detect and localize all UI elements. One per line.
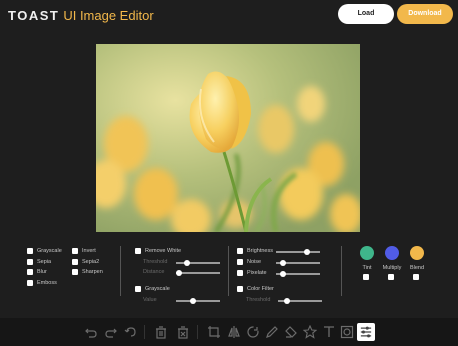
distance-label: Distance bbox=[143, 269, 165, 275]
noise-slider-handle[interactable] bbox=[280, 260, 286, 266]
toolbar bbox=[0, 318, 458, 346]
rotate-icon[interactable] bbox=[246, 325, 260, 339]
emboss-checkbox[interactable] bbox=[27, 280, 33, 286]
color-filter-checkbox[interactable] bbox=[237, 286, 243, 292]
value-label: Value bbox=[143, 297, 157, 303]
text-icon[interactable] bbox=[322, 325, 336, 339]
brightness-label: Brightness bbox=[247, 248, 273, 254]
brightness-slider[interactable] bbox=[276, 249, 320, 255]
remove-white-checkbox[interactable] bbox=[135, 248, 141, 254]
emboss-label: Emboss bbox=[37, 280, 57, 286]
filter-color-filter[interactable]: Color Filter bbox=[237, 286, 274, 292]
blur-label: Blur bbox=[37, 269, 47, 275]
undo-icon[interactable] bbox=[84, 325, 98, 339]
distance-slider-handle[interactable] bbox=[176, 270, 182, 276]
filter-brightness[interactable]: Brightness bbox=[237, 248, 273, 254]
filter-emboss[interactable]: Emboss bbox=[27, 280, 57, 286]
sepia2-checkbox[interactable] bbox=[72, 259, 78, 265]
threshold-label: Threshold bbox=[143, 259, 168, 265]
sharpen-label: Sharpen bbox=[82, 269, 103, 275]
panel-divider bbox=[341, 246, 342, 296]
noise-checkbox[interactable] bbox=[237, 259, 243, 265]
pixelate-slider-handle[interactable] bbox=[280, 271, 286, 277]
blend-color-swatch[interactable] bbox=[410, 246, 424, 260]
value-slider[interactable] bbox=[176, 298, 220, 304]
sepia2-label: Sepia2 bbox=[82, 259, 100, 265]
panel-divider bbox=[120, 246, 121, 296]
pixelate-label: Pixelate bbox=[247, 270, 267, 276]
filter-sepia2[interactable]: Sepia2 bbox=[72, 259, 99, 265]
threshold-slider-handle[interactable] bbox=[184, 260, 190, 266]
logo-brand: TOAST bbox=[8, 8, 60, 23]
noise-slider[interactable] bbox=[276, 260, 320, 266]
filter-invert[interactable]: Invert bbox=[72, 248, 96, 254]
remove-white-label: Remove White bbox=[145, 248, 182, 254]
filter-remove-white[interactable]: Remove White bbox=[135, 248, 181, 254]
draw-icon[interactable] bbox=[265, 325, 279, 339]
filter-icon[interactable] bbox=[357, 323, 375, 341]
logo: TOAST UI Image Editor bbox=[8, 8, 154, 23]
color-filter-label: Color Filter bbox=[247, 286, 274, 292]
invert-label: Invert bbox=[82, 248, 96, 254]
grayscale-label: Grayscale bbox=[37, 248, 62, 254]
delete-icon[interactable] bbox=[154, 325, 168, 339]
value-slider-handle[interactable] bbox=[190, 298, 196, 304]
logo-product: UI Image Editor bbox=[63, 8, 154, 23]
multiply-checkbox[interactable] bbox=[388, 274, 394, 280]
mask-icon[interactable] bbox=[340, 325, 354, 339]
multiply-color-swatch[interactable] bbox=[385, 246, 399, 260]
blend-label: Blend bbox=[409, 265, 425, 271]
threshold-slider[interactable] bbox=[176, 260, 220, 266]
load-button[interactable]: Load bbox=[338, 4, 394, 24]
blend-checkbox[interactable] bbox=[413, 274, 419, 280]
redo-icon[interactable] bbox=[104, 325, 118, 339]
sharpen-checkbox[interactable] bbox=[72, 269, 78, 275]
download-button[interactable]: Download bbox=[397, 4, 453, 24]
image-canvas[interactable] bbox=[96, 44, 360, 232]
pixelate-slider[interactable] bbox=[276, 271, 320, 277]
blur-checkbox[interactable] bbox=[27, 269, 33, 275]
tint-color-swatch[interactable] bbox=[360, 246, 374, 260]
color-threshold-label: Threshold bbox=[246, 297, 271, 303]
tint-checkbox[interactable] bbox=[363, 274, 369, 280]
grayscale-checkbox[interactable] bbox=[27, 248, 33, 254]
sepia-label: Sepia bbox=[37, 259, 52, 265]
brightness-slider-handle[interactable] bbox=[304, 249, 310, 255]
gradient-transparency-label: Grayscale bbox=[145, 286, 170, 292]
crop-icon[interactable] bbox=[207, 325, 221, 339]
sepia-checkbox[interactable] bbox=[27, 259, 33, 265]
filter-pixelate[interactable]: Pixelate bbox=[237, 270, 267, 276]
toolbar-divider bbox=[197, 325, 198, 339]
distance-slider[interactable] bbox=[176, 270, 220, 276]
filter-sepia[interactable]: Sepia bbox=[27, 259, 51, 265]
tulip-photo bbox=[96, 44, 360, 232]
invert-checkbox[interactable] bbox=[72, 248, 78, 254]
reset-icon[interactable] bbox=[124, 325, 138, 339]
multiply-label: Multiply bbox=[382, 265, 402, 271]
filter-sharpen[interactable]: Sharpen bbox=[72, 269, 103, 275]
pixelate-checkbox[interactable] bbox=[237, 270, 243, 276]
gradient-transparency-checkbox[interactable] bbox=[135, 286, 141, 292]
filter-gradient-transparency[interactable]: Grayscale bbox=[135, 286, 170, 292]
shape-icon[interactable] bbox=[284, 325, 298, 339]
filter-blur[interactable]: Blur bbox=[27, 269, 47, 275]
filter-noise[interactable]: Noise bbox=[237, 259, 261, 265]
noise-label: Noise bbox=[247, 259, 262, 265]
toolbar-divider bbox=[144, 325, 145, 339]
filter-grayscale[interactable]: Grayscale bbox=[27, 248, 62, 254]
flip-icon[interactable] bbox=[227, 325, 241, 339]
icon-tool-icon[interactable] bbox=[303, 325, 317, 339]
panel-divider bbox=[228, 246, 229, 296]
color-threshold-slider[interactable] bbox=[278, 298, 322, 304]
color-threshold-slider-handle[interactable] bbox=[284, 298, 290, 304]
tint-label: Tint bbox=[362, 265, 372, 271]
brightness-checkbox[interactable] bbox=[237, 248, 243, 254]
delete-all-icon[interactable] bbox=[176, 325, 190, 339]
